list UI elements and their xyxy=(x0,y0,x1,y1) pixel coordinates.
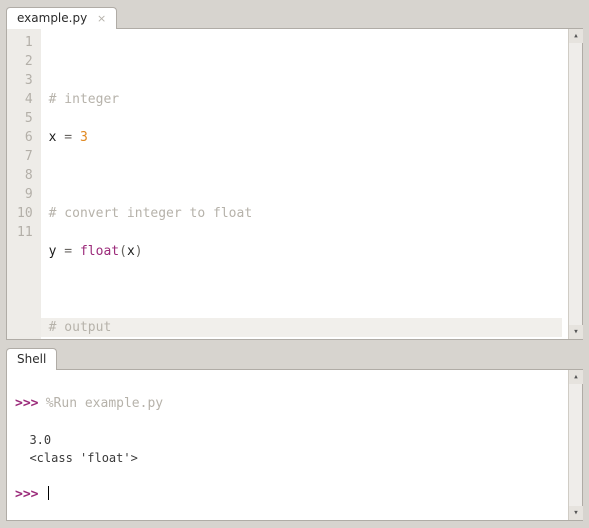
editor-pane: example.py × 1 2 3 4 5 6 7 8 9 10 11 # i… xyxy=(6,6,583,341)
scroll-down-icon[interactable]: ▾ xyxy=(569,506,583,520)
editor-tab[interactable]: example.py × xyxy=(6,7,117,29)
editor-content[interactable]: 1 2 3 4 5 6 7 8 9 10 11 # integer x = 3 … xyxy=(6,28,583,340)
editor-scrollbar[interactable]: ▴ ▾ xyxy=(568,29,582,339)
code-comment: # convert integer to float xyxy=(49,206,253,221)
shell-prompt: >>> xyxy=(15,396,38,411)
editor-tab-label: example.py xyxy=(17,11,87,25)
shell-tab[interactable]: Shell xyxy=(6,348,57,370)
shell-content[interactable]: >>> %Run example.py 3.0 <class 'float'> … xyxy=(6,369,583,521)
shell-tab-label: Shell xyxy=(17,352,46,366)
shell-prompt: >>> xyxy=(15,487,38,502)
scroll-up-icon[interactable]: ▴ xyxy=(569,370,583,384)
code-area[interactable]: # integer x = 3 # convert integer to flo… xyxy=(41,29,568,339)
shell-area[interactable]: >>> %Run example.py 3.0 <class 'float'> … xyxy=(7,370,582,520)
code-comment: # integer xyxy=(49,92,119,107)
cursor-icon xyxy=(48,486,49,500)
shell-pane: Shell >>> %Run example.py 3.0 <class 'fl… xyxy=(6,347,583,522)
scroll-down-icon[interactable]: ▾ xyxy=(569,325,583,339)
shell-output-line: 3.0 xyxy=(29,433,51,447)
scroll-up-icon[interactable]: ▴ xyxy=(569,29,583,43)
line-gutter: 1 2 3 4 5 6 7 8 9 10 11 xyxy=(7,29,41,339)
code-builtin: float xyxy=(80,244,119,259)
code-number: 3 xyxy=(80,130,88,145)
close-icon[interactable]: × xyxy=(97,12,106,25)
shell-scrollbar[interactable]: ▴ ▾ xyxy=(568,370,582,520)
shell-output-line: <class 'float'> xyxy=(29,451,137,465)
code-comment: # output xyxy=(49,320,112,335)
shell-run-command: %Run example.py xyxy=(46,396,163,411)
